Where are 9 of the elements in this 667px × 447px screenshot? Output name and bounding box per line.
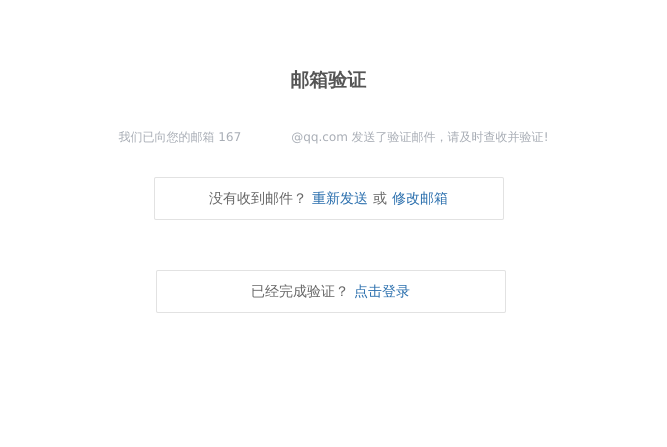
message-text: @qq.com 发送了验证邮件，请及时查收并验证! — [291, 129, 549, 146]
prompt-text: 没有收到邮件？ — [209, 190, 307, 208]
message-text: 我们已向您的邮箱 167 — [118, 129, 242, 146]
change-email-link[interactable]: 修改邮箱 — [392, 190, 448, 208]
page-title: 邮箱验证 — [290, 68, 366, 93]
resend-link[interactable]: 重新发送 — [312, 190, 368, 208]
prompt-text: 已经完成验证？ — [251, 282, 349, 300]
login-link[interactable]: 点击登录 — [354, 282, 410, 300]
or-text: 或 — [373, 190, 387, 208]
